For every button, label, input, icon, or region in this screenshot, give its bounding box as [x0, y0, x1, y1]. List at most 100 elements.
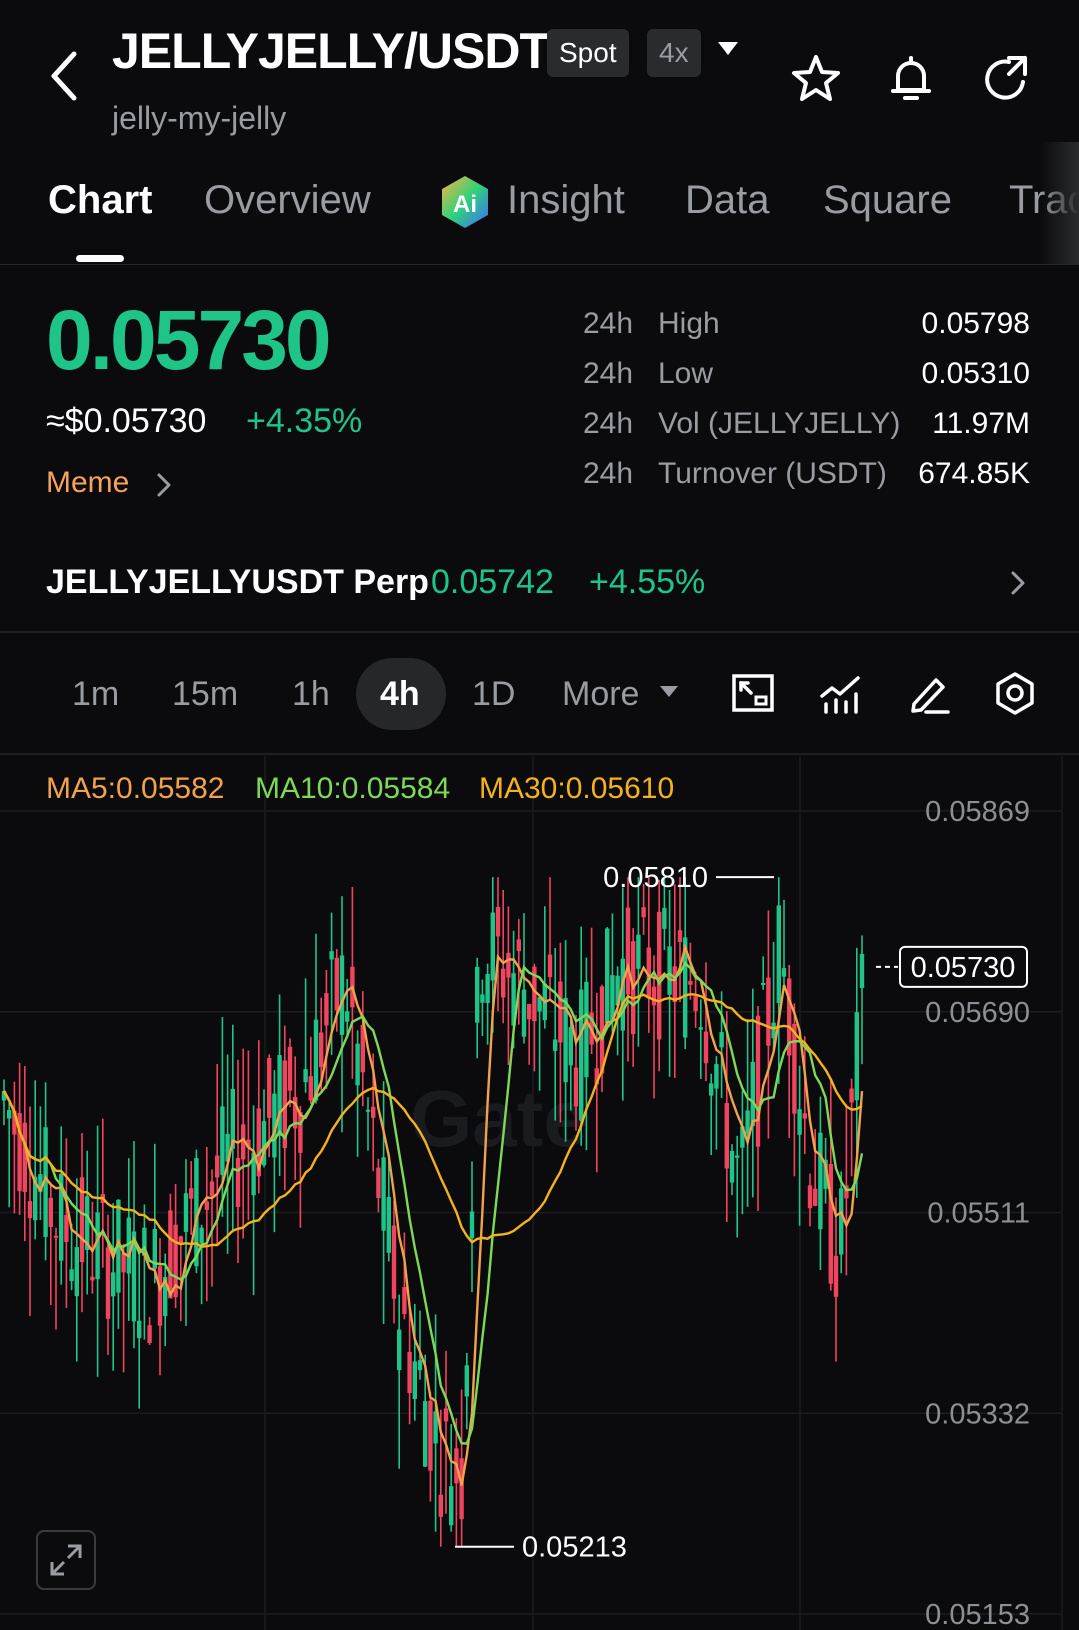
candle-body: [527, 1003, 532, 1020]
candle-body: [438, 1494, 443, 1517]
chevron-right-icon[interactable]: [154, 470, 174, 500]
tab-overview[interactable]: Overview: [204, 178, 371, 223]
candle-body: [157, 1266, 163, 1326]
perp-chevron-right-icon[interactable]: [1008, 568, 1028, 598]
ma-lines: [2, 942, 864, 1486]
price-chart[interactable]: Gate 0.058100.052130.05730 0.058690.0569…: [0, 756, 1079, 1630]
candle-body: [807, 1185, 813, 1209]
settings-hexagon-icon[interactable]: [992, 670, 1038, 716]
candle-body: [397, 1329, 402, 1371]
candle-body: [495, 907, 501, 937]
interval-1m[interactable]: 1m: [72, 675, 119, 714]
candle-body: [412, 1361, 417, 1399]
stat-value: 674.85K: [918, 457, 1030, 490]
candle-body: [417, 1360, 423, 1371]
candle-body: [267, 1058, 272, 1118]
tab-data[interactable]: Data: [685, 178, 770, 223]
candle-body: [183, 1193, 189, 1232]
candle-body: [53, 1235, 59, 1238]
draw-pencil-icon[interactable]: [906, 670, 952, 716]
candle-body: [111, 1272, 116, 1297]
candle-body: [553, 1039, 558, 1051]
tab-square[interactable]: Square: [823, 178, 952, 223]
candle-body: [584, 981, 589, 1078]
interval-15m[interactable]: 15m: [172, 675, 238, 714]
candle-body: [209, 1181, 215, 1196]
interval-1h[interactable]: 1h: [292, 675, 330, 714]
candle-body: [792, 1023, 797, 1114]
candle-body: [490, 912, 495, 981]
candle-body: [147, 1325, 152, 1343]
ma10-line: [2, 961, 864, 1445]
y-tick-label: 0.05332: [925, 1398, 1030, 1430]
candle-body: [376, 1167, 381, 1199]
ma5-line: [2, 942, 864, 1486]
stat-label: Turnover (USDT): [658, 457, 887, 490]
spot-badge[interactable]: Spot: [547, 29, 629, 77]
candle-body: [355, 1043, 360, 1086]
tab-insight[interactable]: Insight: [507, 178, 625, 223]
pair-dropdown-caret-icon[interactable]: [718, 42, 738, 55]
candle-body: [308, 1076, 313, 1101]
interval-more[interactable]: More: [562, 675, 639, 714]
candle-body: [625, 907, 631, 995]
tab-chart[interactable]: Chart: [48, 178, 152, 223]
candle-body: [324, 993, 329, 1026]
candle-body: [277, 1054, 282, 1137]
candle-body: [298, 1112, 303, 1153]
candle-body: [641, 907, 646, 918]
candle-body: [781, 968, 787, 977]
candle-body: [168, 1210, 173, 1299]
chart-top-divider: [0, 753, 1079, 755]
more-dropdown-caret-icon[interactable]: [660, 686, 678, 697]
candle-body: [714, 1064, 719, 1089]
fullscreen-expand-icon: [50, 1544, 82, 1576]
candle-body: [220, 1106, 225, 1175]
back-arrow-icon[interactable]: [44, 46, 84, 106]
candle-body: [371, 1106, 376, 1118]
candle-body: [859, 953, 865, 988]
candle-body: [74, 1247, 79, 1297]
stat-label: Vol (JELLYJELLY): [658, 407, 901, 440]
candle-body: [402, 1287, 407, 1314]
y-tick-label: 0.05153: [925, 1599, 1030, 1630]
category-link[interactable]: Meme: [46, 466, 129, 500]
candle-body: [636, 934, 641, 969]
favorite-star-icon[interactable]: [789, 52, 843, 106]
perp-name[interactable]: JELLYJELLYUSDT Perp: [46, 563, 429, 602]
fullscreen-button[interactable]: [36, 1530, 96, 1590]
candle-body: [547, 954, 553, 978]
candle-body: [391, 1225, 397, 1299]
tabs-divider: [0, 264, 1079, 265]
candle-body: [802, 1113, 807, 1119]
candle-body: [204, 1201, 209, 1210]
candle-body: [105, 1247, 111, 1319]
candle-body: [69, 1269, 74, 1282]
y-tick-label: 0.05690: [925, 997, 1030, 1029]
candle-body: [750, 1061, 755, 1127]
refresh-share-icon[interactable]: [979, 52, 1033, 106]
chart-grid: [0, 756, 1063, 1630]
leverage-badge[interactable]: 4x: [647, 29, 701, 77]
interval-4h[interactable]: 4h: [380, 675, 420, 714]
indicators-icon[interactable]: [818, 670, 864, 716]
stat-period: 24h: [583, 457, 634, 490]
pair-title: JELLYJELLY/USDT: [112, 23, 550, 79]
candle-body: [287, 1046, 293, 1091]
candle-body: [137, 1320, 142, 1339]
y-tick-label: 0.05869: [925, 796, 1030, 828]
candle-body: [568, 1027, 573, 1066]
candle-body: [516, 939, 521, 952]
chart-type-icon[interactable]: [730, 670, 776, 716]
candle-body: [464, 1365, 469, 1397]
candle-body: [735, 1155, 740, 1158]
candle-body: [662, 907, 667, 929]
candle-body: [693, 996, 698, 1012]
candle-body: [813, 1188, 818, 1206]
tabs-fade: [1040, 142, 1079, 264]
interval-1d[interactable]: 1D: [472, 675, 515, 714]
candle-body: [485, 973, 490, 1003]
candle-body: [761, 982, 766, 985]
price-alert-bell-icon[interactable]: [884, 52, 938, 106]
candle-body: [215, 1155, 220, 1178]
